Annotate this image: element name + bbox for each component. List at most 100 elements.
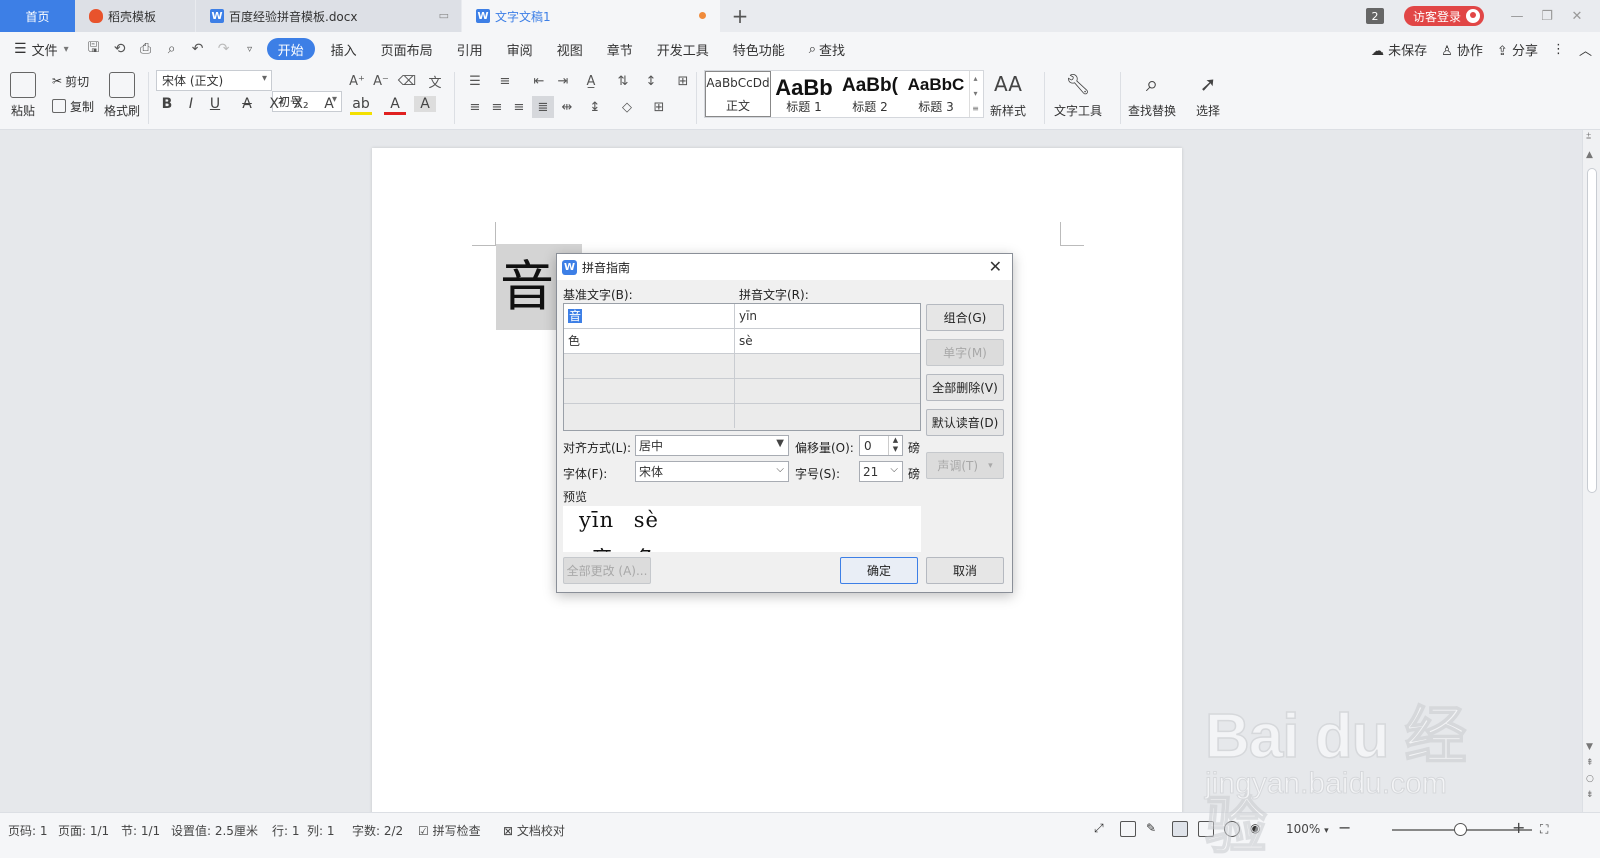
- spinner-arrows-icon[interactable]: ▲ ▼: [888, 436, 902, 455]
- show-marks-icon[interactable]: ⊞: [672, 70, 694, 92]
- print-icon[interactable]: ⎙: [133, 32, 159, 66]
- base-text-input[interactable]: [564, 404, 735, 428]
- numbering-icon[interactable]: ≡: [494, 70, 516, 92]
- page-view-icon[interactable]: [1172, 821, 1188, 837]
- change-all-button[interactable]: 全部更改 (A)...: [563, 557, 651, 584]
- restore-icon[interactable]: ❐: [1532, 9, 1562, 24]
- align-left-icon[interactable]: ≡: [464, 96, 486, 118]
- edit-pen-icon[interactable]: ✎: [1146, 821, 1162, 837]
- base-text-input[interactable]: 音: [564, 304, 735, 328]
- scroll-up-icon[interactable]: ▲: [1586, 150, 1593, 160]
- superscript-icon[interactable]: X²: [266, 96, 288, 112]
- size-select[interactable]: 21 ⌵: [859, 461, 903, 482]
- ruby-text-input[interactable]: sè: [735, 329, 920, 353]
- menu-tab-references[interactable]: 引用: [445, 32, 495, 66]
- find-replace-button[interactable]: ⌕ 查找替换: [1128, 72, 1176, 119]
- notification-count-badge[interactable]: 2: [1365, 8, 1384, 24]
- menu-tab-home[interactable]: 开始: [266, 38, 315, 60]
- italic-icon[interactable]: I: [180, 96, 202, 112]
- status-line[interactable]: 行: 1: [272, 822, 300, 839]
- status-column[interactable]: 列: 1: [307, 822, 335, 839]
- cut-button[interactable]: ✂ 剪切: [52, 70, 89, 92]
- status-word-count[interactable]: 字数: 2/2: [352, 822, 403, 839]
- paste-button[interactable]: 粘贴: [10, 72, 36, 119]
- vertical-scrollbar[interactable]: ⩲ ▲ ▼ ⇞ ○ ⇟: [1582, 130, 1600, 812]
- status-setting[interactable]: 设置值: 2.5厘米: [171, 822, 258, 839]
- menu-tab-layout[interactable]: 页面布局: [369, 32, 445, 66]
- find-menu[interactable]: ⌕ 查找: [797, 32, 857, 66]
- menu-tab-review[interactable]: 审阅: [495, 32, 545, 66]
- tab-docer-templates[interactable]: 稻壳模板: [75, 0, 195, 32]
- line-spacing-icon[interactable]: ↨: [584, 96, 606, 118]
- close-icon[interactable]: ✕: [989, 257, 1002, 276]
- tab-pinyin-template-doc[interactable]: W 百度经验拼音模板.docx ▭: [196, 0, 461, 32]
- base-text-input[interactable]: 色: [564, 329, 735, 353]
- bold-icon[interactable]: B: [156, 96, 178, 112]
- shrink-font-icon[interactable]: A⁻: [370, 70, 392, 92]
- cancel-button[interactable]: 取消: [926, 557, 1004, 584]
- subscript-icon[interactable]: X₂: [290, 96, 312, 112]
- distribute-icon[interactable]: ⇹: [556, 96, 578, 118]
- single-char-button[interactable]: 单字(M): [926, 339, 1004, 366]
- menu-tab-view[interactable]: 视图: [545, 32, 595, 66]
- share-button[interactable]: ⇪ 分享: [1497, 40, 1538, 59]
- char-shading-icon[interactable]: A: [414, 96, 436, 112]
- more-icon[interactable]: ⋮: [1552, 42, 1565, 57]
- dialog-title-bar[interactable]: W 拼音指南 ✕: [557, 254, 1012, 280]
- fit-window-icon[interactable]: ⛶: [1540, 822, 1548, 837]
- style-heading-2[interactable]: AaBb( 标题 2: [837, 71, 903, 117]
- offset-input[interactable]: 0 ▲ ▼: [859, 435, 903, 456]
- collaborate-button[interactable]: ♙ 协作: [1441, 40, 1483, 59]
- bullets-icon[interactable]: ☰: [464, 70, 486, 92]
- gallery-scroll-icon[interactable]: ▴ ▾ ≡: [969, 71, 981, 117]
- sort-icon[interactable]: ⇅: [612, 70, 634, 92]
- paragraph-spacing-icon[interactable]: ↕: [640, 70, 662, 92]
- prev-page-icon[interactable]: ⇞: [1586, 758, 1594, 768]
- shading-icon[interactable]: ◇: [616, 96, 638, 118]
- strikethrough-icon[interactable]: A: [236, 96, 258, 112]
- style-normal[interactable]: AaBbCcDd 正文: [705, 71, 771, 117]
- redo-icon[interactable]: ↷: [211, 32, 237, 66]
- status-section[interactable]: 节: 1/1: [121, 822, 160, 839]
- monitor-icon[interactable]: ▭: [439, 9, 449, 22]
- unsaved-status[interactable]: ☁ 未保存: [1371, 40, 1427, 59]
- ruby-text-input[interactable]: yīn: [735, 304, 920, 328]
- save-icon[interactable]: 🖫: [81, 32, 107, 66]
- base-text-input[interactable]: [564, 379, 735, 403]
- new-style-button[interactable]: AA 新样式: [990, 72, 1026, 119]
- scrollbar-thumb[interactable]: [1587, 168, 1597, 493]
- scroll-top-icon[interactable]: ⩲: [1586, 132, 1591, 142]
- fullscreen-icon[interactable]: ⤢: [1094, 821, 1110, 837]
- status-page[interactable]: 页码: 1: [8, 822, 48, 839]
- text-effect-icon[interactable]: A: [318, 96, 340, 112]
- file-menu[interactable]: ☰ 文件 ▾: [0, 32, 81, 66]
- next-page-icon[interactable]: ⇟: [1586, 790, 1594, 800]
- close-window-icon[interactable]: ✕: [1562, 9, 1592, 24]
- copy-button[interactable]: 复制: [52, 95, 94, 117]
- font-select[interactable]: 宋体 ⌵: [635, 461, 789, 482]
- ruby-text-input[interactable]: [735, 354, 920, 378]
- format-painter-button[interactable]: 格式刷: [104, 72, 140, 119]
- select-browse-icon[interactable]: ○: [1586, 774, 1594, 784]
- highlight-icon[interactable]: ab: [350, 96, 372, 115]
- ruby-text-input[interactable]: [735, 379, 920, 403]
- font-color-icon[interactable]: A: [384, 96, 406, 115]
- menu-tab-special[interactable]: 特色功能: [721, 32, 797, 66]
- format-icon[interactable]: ⟲: [107, 32, 133, 66]
- zoom-in-icon[interactable]: +: [1512, 818, 1525, 837]
- collapse-ribbon-icon[interactable]: ︿: [1579, 40, 1592, 59]
- guest-login-button[interactable]: 访客登录: [1403, 6, 1484, 26]
- menu-tab-chapter[interactable]: 章节: [595, 32, 645, 66]
- clear-format-icon[interactable]: ⌫: [396, 70, 418, 92]
- ruby-text-input[interactable]: [735, 404, 920, 428]
- align-center-icon[interactable]: ≡: [486, 96, 508, 118]
- font-name-select[interactable]: 宋体 (正文): [156, 70, 272, 91]
- scroll-down-icon[interactable]: ▼: [1586, 742, 1593, 752]
- tab-document-1[interactable]: W 文字文稿1: [462, 0, 720, 32]
- base-text-input[interactable]: [564, 354, 735, 378]
- style-heading-3[interactable]: AaBbC 标题 3: [903, 71, 969, 117]
- underline-icon[interactable]: U: [204, 96, 226, 112]
- tone-button[interactable]: 声调(T) ▾: [926, 452, 1004, 479]
- border-icon[interactable]: ⊞: [648, 96, 670, 118]
- grow-font-icon[interactable]: A⁺: [346, 70, 368, 92]
